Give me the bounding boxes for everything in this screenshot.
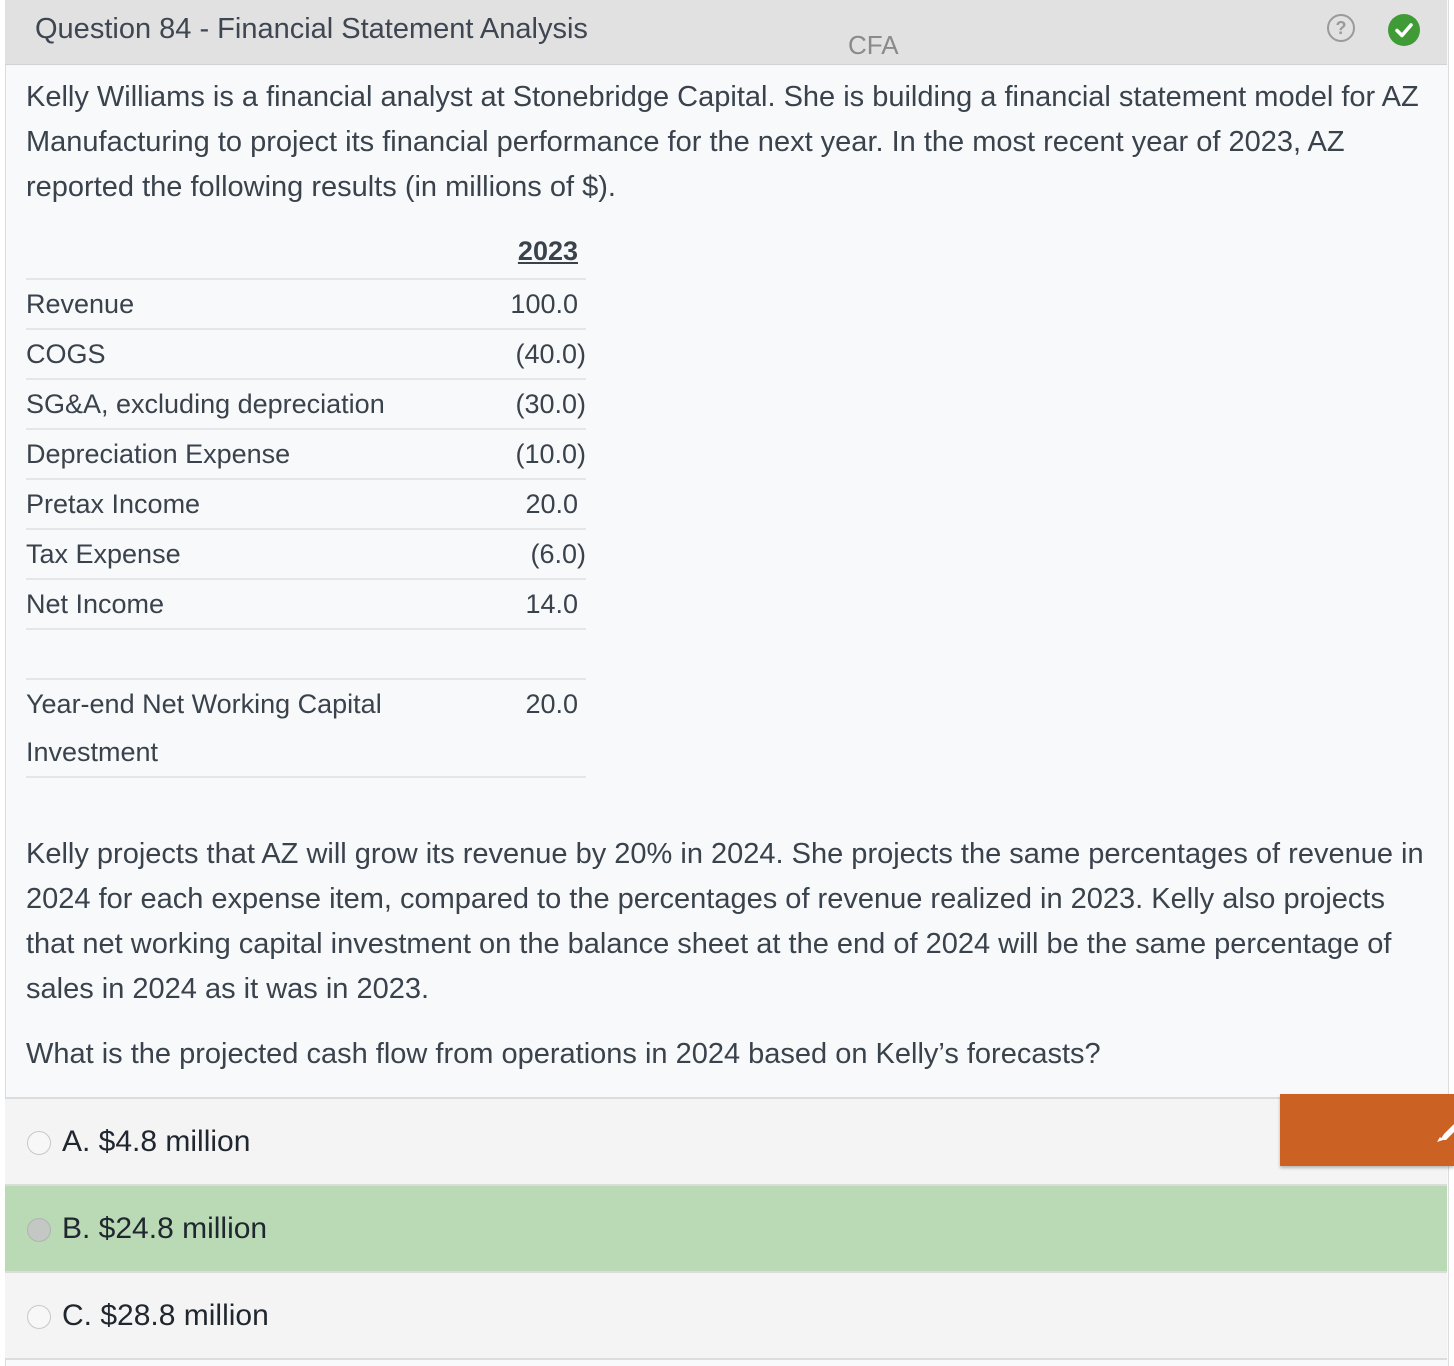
question-title: Question 84 - Financial Statement Analys…: [35, 13, 588, 45]
row-value: 20.0: [525, 689, 578, 719]
option-b[interactable]: B. $24.8 million: [5, 1186, 1447, 1273]
option-a-radio[interactable]: [27, 1131, 51, 1155]
table-row-sga: SG&A, excluding depreciation (30.0): [26, 380, 586, 430]
question-header: Question 84 - Financial Statement Analys…: [5, 0, 1447, 65]
row-label: COGS: [26, 339, 106, 369]
row-label: Net Income: [26, 589, 165, 619]
table-row-net-income: Net Income 14.0: [26, 580, 586, 630]
financial-table: 2023 Revenue 100.0 COGS (40.0) SG&A, exc…: [26, 230, 586, 778]
table-row-revenue: Revenue 100.0: [26, 280, 586, 330]
row-value: (30.0): [515, 389, 586, 419]
option-b-radio[interactable]: [27, 1218, 51, 1242]
row-value: (40.0): [515, 339, 586, 369]
option-b-label: B. $24.8 million: [62, 1212, 268, 1245]
annotate-tab-button[interactable]: [1280, 1094, 1454, 1166]
row-label: Year-end Net Working Capital Investment: [26, 689, 382, 767]
row-value: 14.0: [525, 589, 578, 619]
help-icon-glyph: ?: [1335, 17, 1347, 38]
table-row-cogs: COGS (40.0): [26, 330, 586, 380]
option-c-label: C. $28.8 million: [62, 1299, 269, 1332]
option-a[interactable]: A. $4.8 million: [5, 1099, 1447, 1186]
pencil-icon: [1437, 1124, 1454, 1142]
check-icon: [1388, 14, 1420, 46]
help-icon[interactable]: ?: [1327, 14, 1355, 42]
table-spacer-row: [26, 630, 586, 680]
row-label: Tax Expense: [26, 539, 181, 569]
year-header: 2023: [517, 236, 578, 266]
row-value: 100.0: [510, 289, 578, 319]
answer-options: A. $4.8 million B. $24.8 million C. $28.…: [5, 1097, 1447, 1360]
table-row-pretax-income: Pretax Income 20.0: [26, 480, 586, 530]
row-label: SG&A, excluding depreciation: [26, 389, 385, 419]
option-a-label: A. $4.8 million: [62, 1125, 251, 1158]
table-row-tax-expense: Tax Expense (6.0): [26, 530, 586, 580]
row-label: Pretax Income: [26, 489, 201, 519]
table-row-depreciation: Depreciation Expense (10.0): [26, 430, 586, 480]
table-header-row: 2023: [26, 230, 586, 280]
row-label: Revenue: [26, 289, 135, 319]
row-value: (10.0): [515, 439, 586, 469]
row-label: Depreciation Expense: [26, 439, 291, 469]
question-prompt: What is the projected cash flow from ope…: [26, 1038, 1101, 1070]
option-c[interactable]: C. $28.8 million: [5, 1273, 1447, 1360]
option-c-radio[interactable]: [27, 1305, 51, 1329]
table-row-nwc: Year-end Net Working Capital Investment …: [26, 680, 586, 778]
row-value: 20.0: [525, 489, 578, 519]
exam-tag: CFA: [848, 30, 899, 60]
row-value: (6.0): [530, 539, 586, 569]
question-intro: Kelly Williams is a financial analyst at…: [26, 81, 1419, 203]
projection-text: Kelly projects that AZ will grow its rev…: [26, 838, 1424, 1005]
